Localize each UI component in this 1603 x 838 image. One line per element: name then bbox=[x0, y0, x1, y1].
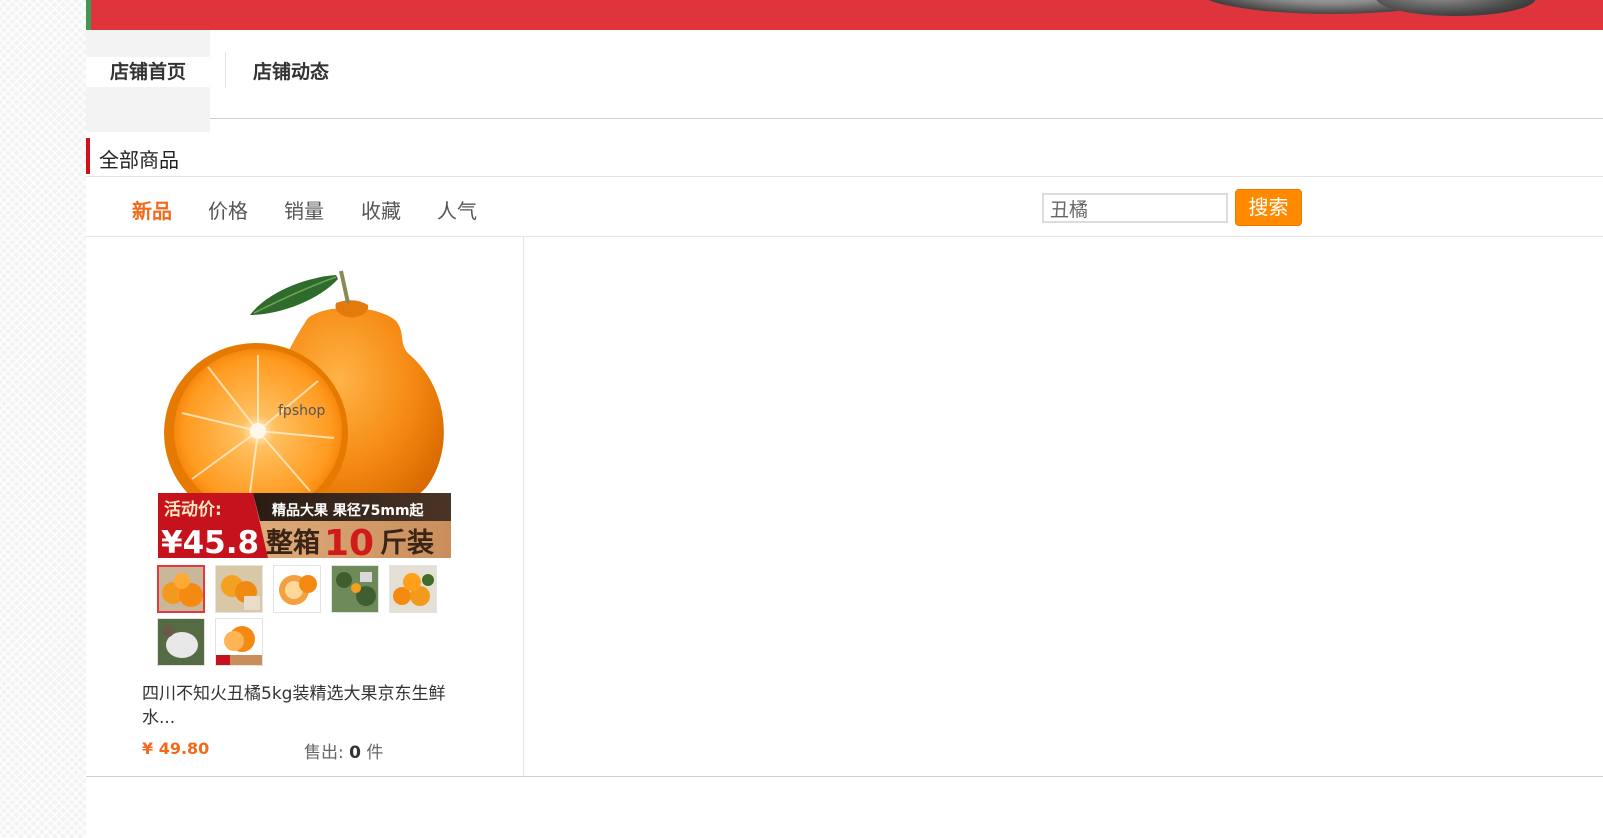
banner-edge bbox=[86, 0, 91, 30]
orange-product-illustration: fpshop 活动价: ¥45.8 精品大果 果径75mm起 整箱 10 斤装 bbox=[158, 263, 451, 558]
promo-pack-suffix: 斤装 bbox=[380, 528, 434, 558]
thumbnail-orange-pile-image bbox=[390, 566, 436, 612]
sort-popularity[interactable]: 人气 bbox=[437, 195, 477, 224]
thumbnail-oranges-box-image bbox=[159, 567, 203, 611]
promo-pack-number: 10 bbox=[324, 523, 374, 558]
image-watermark: fpshop bbox=[278, 403, 326, 419]
thumbnail-4[interactable] bbox=[331, 565, 379, 613]
thumbnail-7[interactable] bbox=[215, 618, 263, 666]
sort-sales[interactable]: 销量 bbox=[284, 195, 324, 224]
section-heading: 全部商品 bbox=[86, 138, 1603, 177]
sort-price[interactable]: 价格 bbox=[208, 195, 248, 224]
search-input[interactable] bbox=[1042, 193, 1228, 223]
product-name-link[interactable]: 四川不知火丑橘5kg装精选大果京东生鲜水... bbox=[142, 682, 472, 730]
thumbnail-3[interactable] bbox=[273, 565, 321, 613]
thumbnail-1[interactable] bbox=[157, 565, 205, 613]
promo-label: 活动价: bbox=[164, 499, 222, 520]
tab-store-dynamic[interactable]: 店铺动态 bbox=[253, 57, 329, 87]
store-banner bbox=[86, 0, 1603, 30]
product-main-image[interactable]: fpshop 活动价: ¥45.8 精品大果 果径75mm起 整箱 10 斤装 bbox=[158, 263, 451, 558]
sort-bar: 新品 价格 销量 收藏 人气 搜索 bbox=[86, 177, 1603, 237]
thumbnail-5[interactable] bbox=[389, 565, 437, 613]
thumbnail-packing-image bbox=[158, 619, 204, 665]
product-list: fpshop 活动价: ¥45.8 精品大果 果径75mm起 整箱 10 斤装 bbox=[86, 237, 1603, 777]
tab-store-home[interactable]: 店铺首页 bbox=[86, 57, 210, 87]
product-price: ¥ 49.80 bbox=[142, 739, 210, 758]
sort-favorites[interactable]: 收藏 bbox=[361, 195, 401, 224]
sold-label: 售出: bbox=[304, 743, 344, 763]
store-nav: 店铺首页 店铺动态 bbox=[86, 30, 1603, 132]
banner-product-image-secondary bbox=[1376, 0, 1536, 16]
store-nav-divider bbox=[225, 52, 226, 88]
sort-new[interactable]: 新品 bbox=[132, 195, 172, 224]
promo-feature-text: 精品大果 果径75mm起 bbox=[272, 502, 425, 519]
thumbnail-oranges-hand-image bbox=[216, 566, 262, 612]
thumbnail-peeled-orange-image bbox=[274, 566, 320, 612]
product-sold: 售出: 0 件 bbox=[304, 738, 383, 763]
sold-count: 0 bbox=[349, 743, 361, 763]
section-heading-bar bbox=[86, 138, 90, 174]
search-button[interactable]: 搜索 bbox=[1235, 189, 1302, 226]
thumbnail-2[interactable] bbox=[215, 565, 263, 613]
sold-unit: 件 bbox=[366, 743, 384, 763]
thumbnail-orchard-image bbox=[332, 566, 378, 612]
store-page: 店铺首页 店铺动态 全部商品 新品 价格 销量 收藏 人气 搜索 bbox=[86, 0, 1603, 838]
section-title: 全部商品 bbox=[99, 148, 179, 172]
thumbnail-promo-orange-image bbox=[216, 619, 262, 665]
thumbnail-6[interactable] bbox=[157, 618, 205, 666]
promo-price: ¥45.8 bbox=[161, 525, 259, 558]
promo-pack-prefix: 整箱 bbox=[266, 527, 320, 558]
product-card: fpshop 活动价: ¥45.8 精品大果 果径75mm起 整箱 10 斤装 bbox=[86, 237, 524, 776]
